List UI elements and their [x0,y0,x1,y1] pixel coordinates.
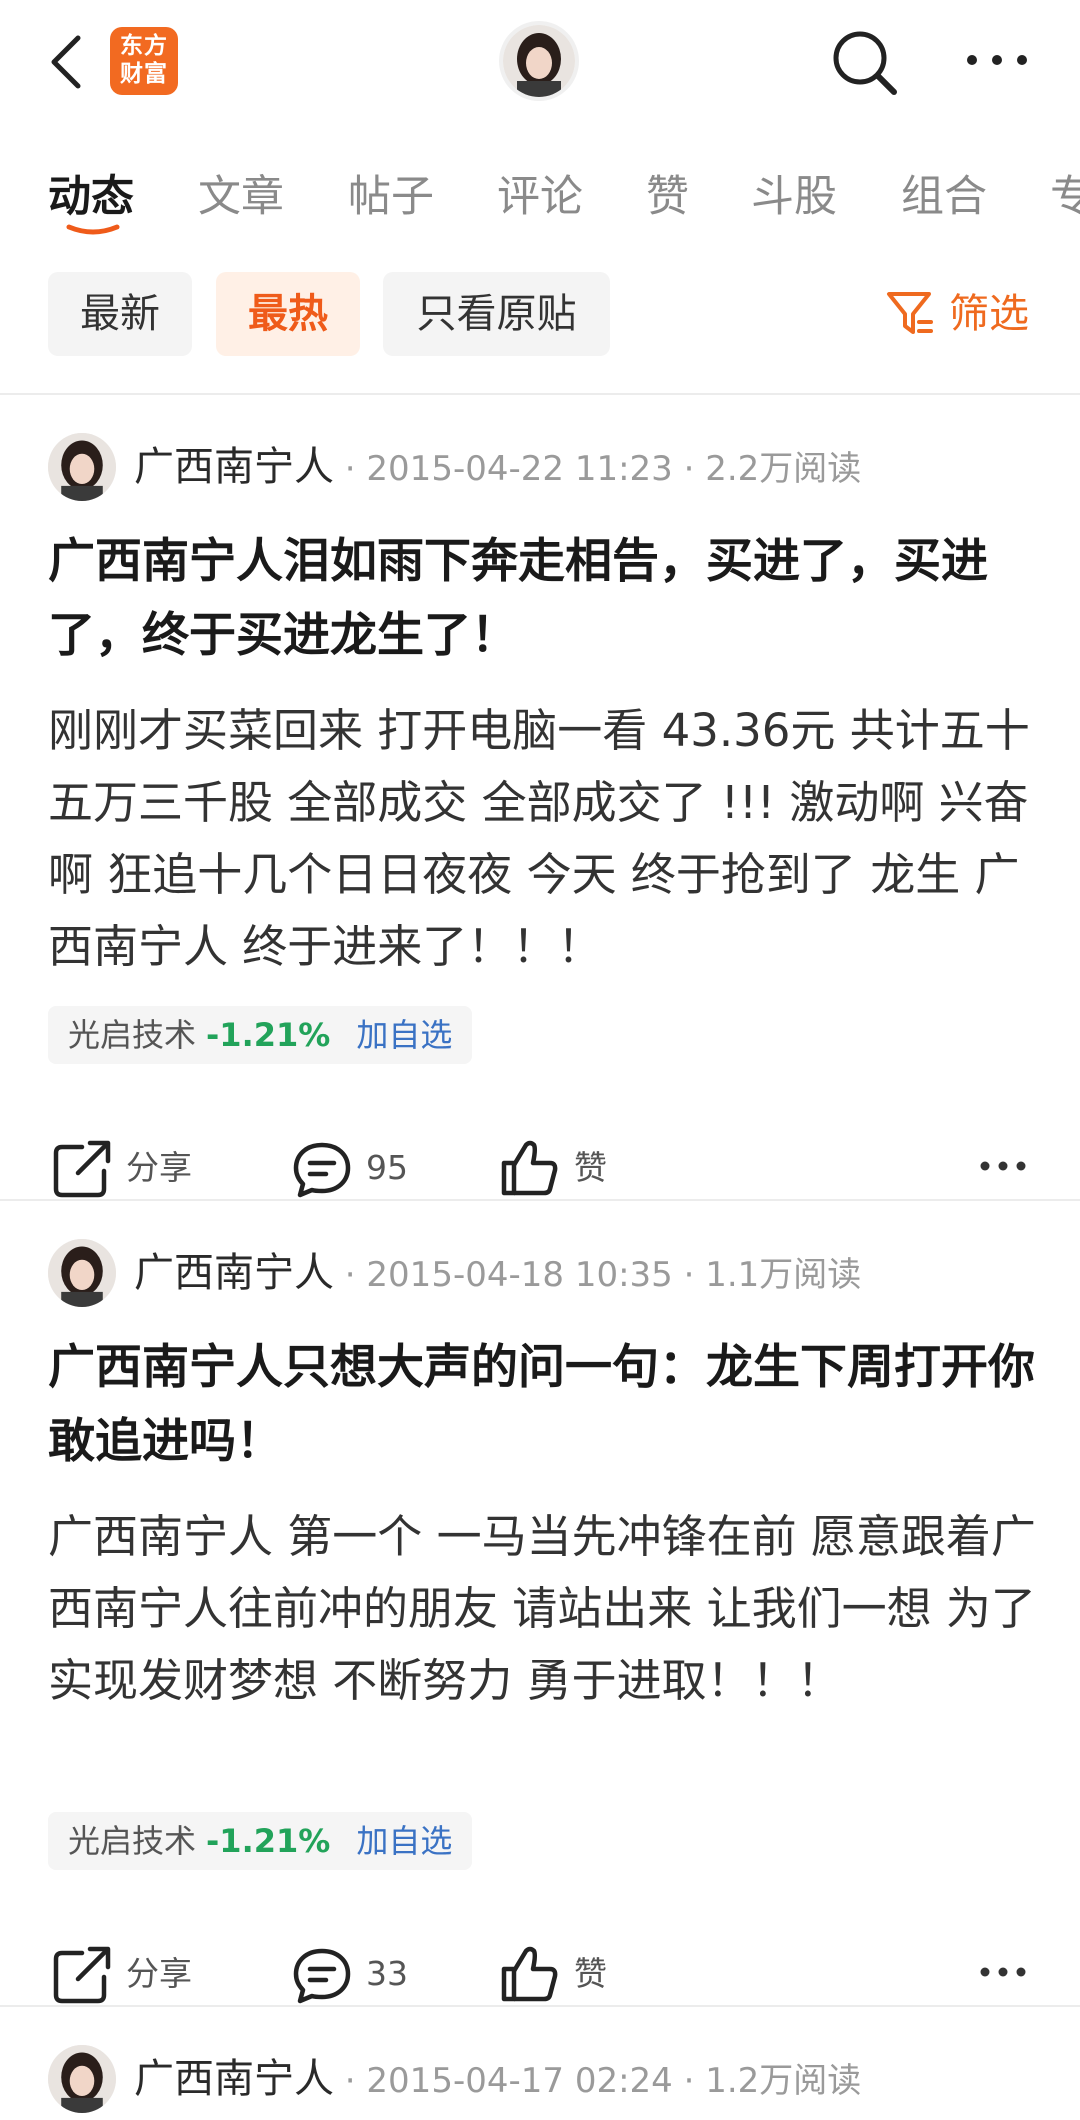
author-name[interactable]: 广西南宁人 [134,1250,334,1296]
author-name[interactable]: 广西南宁人 [134,444,334,490]
post-title[interactable]: 广西南宁人泪如雨下奔走相告，买进了，买进了，终于买进龙生了！ [48,525,1038,673]
chip-original-only[interactable]: 只看原贴 [383,272,610,356]
post-meta: · 2015-04-17 02:24 · 1.2万阅读 [334,2061,862,2101]
tab-articles[interactable]: 文章 [198,162,284,224]
tab-stock-battle[interactable]: 斗股 [751,162,837,224]
profile-tabs: 动态 文章 帖子 评论 赞 斗股 组合 专 [0,150,1080,240]
add-watchlist-button[interactable]: 加自选 [356,1822,452,1860]
like-label: 赞 [574,1954,607,1993]
comment-icon [293,1142,351,1198]
chip-latest[interactable]: 最新 [48,272,192,356]
post-more-button[interactable] [978,1957,1028,1987]
author-avatar[interactable] [48,433,116,501]
thumbs-up-icon [501,1946,558,2002]
filter-label: 筛选 [949,291,1029,337]
add-watchlist-button[interactable]: 加自选 [356,1016,452,1054]
app-logo: 东方 财富 [110,27,178,95]
more-button[interactable] [962,40,1032,80]
avatar-image [48,2045,116,2113]
comment-icon [293,1948,351,2004]
avatar-image [503,25,575,97]
tab-comments[interactable]: 评论 [497,162,583,224]
share-icon [53,1140,111,1198]
logo-text-line1: 东方 [120,33,168,59]
top-bar: 东方 财富 [0,0,1080,124]
filter-icon [887,292,933,334]
tab-dynamic[interactable]: 动态 [48,162,134,224]
avatar-image [48,1239,116,1307]
more-horizontal-icon [980,1967,1026,1977]
search-icon [833,31,897,95]
stock-change: -1.21% [206,1016,331,1054]
author-line: 广西南宁人 · 2015-04-17 02:24 · 1.2万阅读 [134,2049,861,2117]
stock-tag[interactable]: 光启技术 -1.21% 加自选 [48,1812,473,1870]
stock-change: -1.21% [206,1822,331,1860]
chevron-left-icon [51,35,81,89]
logo-text-line2: 财富 [120,61,168,87]
divider [0,2005,1080,2007]
author-name[interactable]: 广西南宁人 [134,2056,334,2102]
author-line: 广西南宁人 · 2015-04-22 11:23 · 2.2万阅读 [134,437,861,505]
thumbs-up-icon [501,1140,558,1196]
tab-likes[interactable]: 赞 [646,162,689,224]
stock-name: 光启技术 [68,1822,197,1860]
post-more-button[interactable] [978,1151,1028,1181]
post-meta: · 2015-04-22 11:23 · 2.2万阅读 [334,449,862,489]
share-label: 分享 [126,1148,192,1187]
tab-portfolio[interactable]: 组合 [901,162,987,224]
avatar-image [48,433,116,501]
post-body[interactable]: 刚刚才买菜回来 打开电脑一看 43.36元 共计五十五万三千股 全部成交 全部成… [48,695,1048,983]
share-icon [53,1946,111,2004]
post-actions: 分享 33 赞 [0,1939,1080,2009]
divider [0,1199,1080,1201]
author-avatar[interactable] [48,2045,116,2113]
tab-posts[interactable]: 帖子 [348,162,434,224]
chip-hottest[interactable]: 最热 [216,272,360,356]
more-horizontal-icon [980,1161,1026,1171]
author-avatar[interactable] [48,1239,116,1307]
more-horizontal-icon [967,55,1027,65]
comment-count: 95 [366,1148,408,1187]
post-body[interactable]: 广西南宁人 第一个 一马当先冲锋在前 愿意跟着广西南宁人往前冲的朋友 请站出来 … [48,1501,1048,1717]
post-title[interactable]: 广西南宁人只想大声的问一句：龙生下周打开你敢追进吗！ [48,1331,1038,1479]
active-tab-indicator [66,224,120,235]
back-button[interactable] [40,28,100,96]
post-meta: · 2015-04-18 10:35 · 1.1万阅读 [334,1255,862,1295]
comment-count: 33 [366,1954,408,1993]
profile-avatar[interactable] [503,25,575,97]
share-label: 分享 [126,1954,192,1993]
stock-tag[interactable]: 光启技术 -1.21% 加自选 [48,1006,473,1064]
like-label: 赞 [574,1148,607,1187]
filter-bar: 最新 最热 只看原贴 筛选 [0,270,1080,360]
post-actions: 分享 95 赞 [0,1133,1080,1203]
author-line: 广西南宁人 · 2015-04-18 10:35 · 1.1万阅读 [134,1243,861,1311]
tab-more-partial[interactable]: 专 [1050,162,1080,224]
divider [0,393,1080,395]
search-button[interactable] [826,24,902,100]
stock-name: 光启技术 [68,1016,197,1054]
